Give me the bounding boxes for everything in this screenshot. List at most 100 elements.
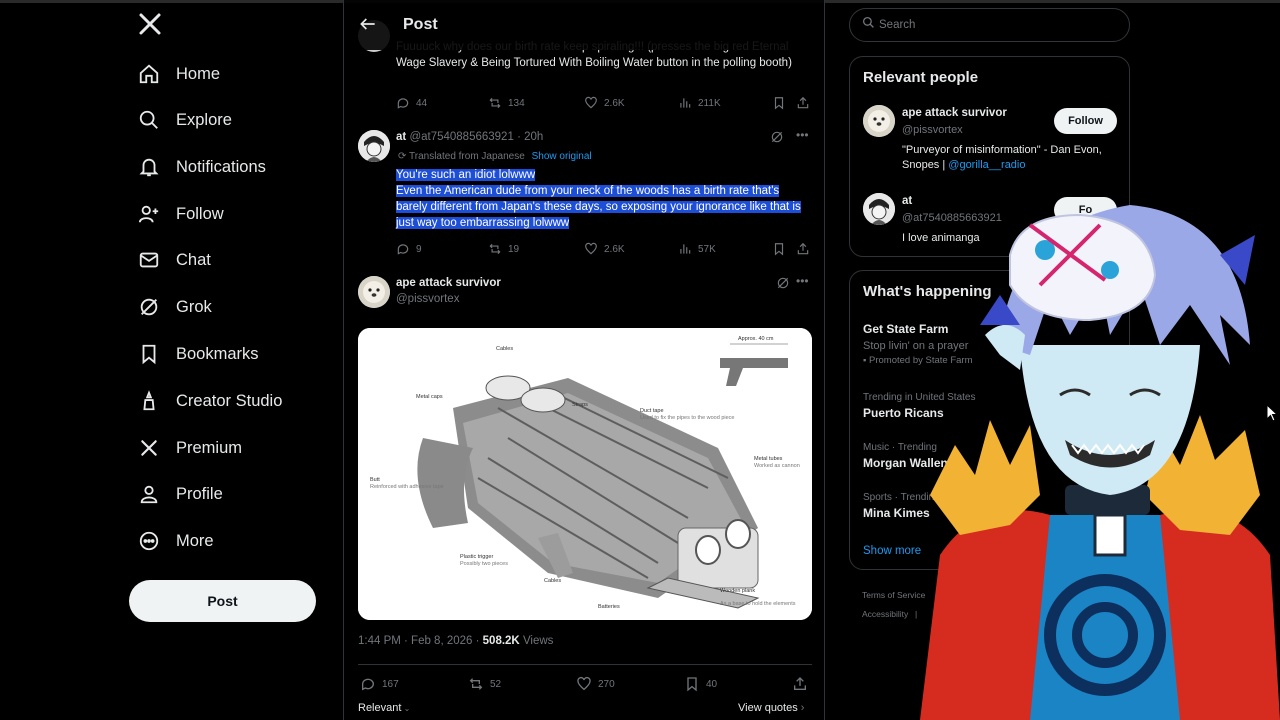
bookmark-button[interactable] [772,96,786,110]
share-button[interactable] [796,96,810,110]
add-person-icon [136,201,162,227]
heart-icon [577,676,591,691]
person-handle[interactable]: @pissvortex [902,124,963,136]
diagram-label: Reinforced with adhesive tape [370,484,444,490]
search-box[interactable] [849,8,1130,42]
tweet-text-line: Even the American dude from your neck of… [396,185,801,229]
bookmark-icon [136,341,162,367]
promoted-icon: ▪ [863,355,867,366]
person-name[interactable]: ape attack survivor [902,107,1007,119]
search-input[interactable] [879,19,1109,31]
reply-tweet[interactable]: at @at7540885663921 · 20h ••• ⟳ Translat… [344,122,824,262]
diagram-label: Batteries [598,604,620,610]
nav-item-follow[interactable]: Follow [136,196,224,232]
follow-button[interactable]: Follow [1054,108,1117,134]
nav-item-notifications[interactable]: Notifications [136,149,266,185]
nav-item-more[interactable]: More [136,523,214,559]
translation-note: ⟳ Translated from Japanese Show original [398,151,592,162]
reply-button[interactable]: 167 [360,676,399,692]
diagram-label: As a base to hold the elements [720,601,796,607]
author-name[interactable]: at [396,131,406,143]
reply-icon [397,244,409,255]
person-icon [136,481,162,507]
nav-item-chat[interactable]: Chat [136,242,211,278]
views-icon [680,244,691,254]
sort-dropdown[interactable]: Relevant ⌄ [358,702,410,714]
nav-item-profile[interactable]: Profile [136,476,223,512]
repost-button[interactable]: 19 [488,242,519,256]
avatar[interactable] [863,105,895,137]
view-quotes-link[interactable]: View quotes › [738,702,804,714]
tweet-timestamp: 1:44 PM · Feb 8, 2026 · 508.2K Views [358,635,554,647]
author-handle[interactable]: @pissvortex [396,293,459,305]
nav-item-premium[interactable]: Premium [136,430,242,466]
diagram-label: Metal tubes [754,456,783,462]
bookmark-icon [774,97,784,110]
search-icon [136,107,162,133]
like-button[interactable]: 270 [576,676,615,692]
bookmark-button[interactable] [772,242,786,256]
post-image[interactable]: Approx. 40 cm Cables Metal caps Straps D… [358,328,812,620]
avatar[interactable] [863,193,895,225]
reply-icon [361,678,374,691]
post-header: Post [344,0,824,50]
share-button[interactable] [792,676,808,692]
nav-item-grok[interactable]: Grok [136,289,212,325]
envelope-icon [136,247,162,273]
grok-icon[interactable] [776,276,790,295]
nav-item-home[interactable]: Home [136,56,220,92]
author-name[interactable]: ape attack survivor [396,277,501,289]
more-options-icon[interactable]: ••• [796,128,809,142]
home-icon [136,61,162,87]
weapon-diagram: Approx. 40 cm Cables Metal caps Straps D… [358,328,812,620]
mouse-cursor-icon [1266,403,1279,427]
tweet-time[interactable]: 20h [524,131,543,143]
diagram-label: Butt [370,477,380,483]
views-button[interactable]: 57K [678,242,716,256]
like-button[interactable]: 2.6K [584,96,625,110]
translate-icon: ⟳ [398,151,407,162]
show-original-link[interactable]: Show original [532,151,592,162]
heart-icon [585,96,597,109]
share-icon [797,96,809,109]
chevron-right-icon: › [797,702,805,714]
diagram-label: Used to fix the pipes to the wood piece [640,415,734,421]
avatar[interactable] [358,276,390,308]
tweet-text: You're such an idiot lolwww Even the Ame… [396,167,811,231]
views-icon [680,98,691,108]
repost-button[interactable]: 52 [468,676,501,692]
diagram-label: Cables [496,346,513,352]
grok-icon [136,294,162,320]
nav-label: Home [176,64,221,83]
nav-item-explore[interactable]: Explore [136,102,232,138]
nav-item-bookmarks[interactable]: Bookmarks [136,336,259,372]
x-logo-icon[interactable] [138,12,164,38]
nav-item-creator-studio[interactable]: Creator Studio [136,383,282,419]
post-button[interactable]: Post [129,580,316,622]
main-tweet: ape attack survivor @pissvortex ••• Appr… [344,268,824,720]
x-logo-icon [136,435,162,461]
author-handle[interactable]: @at7540885663921 [409,131,513,143]
repost-button[interactable]: 134 [488,96,525,110]
views-button[interactable]: 211K [678,96,721,110]
avatar[interactable] [358,130,390,162]
diagram-label: Possibly two pieces [460,561,508,567]
nav-label: More [176,531,214,550]
bio-mention-link[interactable]: @gorilla__radio [948,159,1025,171]
nav-label: Notifications [176,157,266,176]
tweet-actions: 9 19 2.6K 57K [396,242,816,260]
tweet-actions: 44 134 2.6K 211K [396,96,816,114]
share-button[interactable] [796,242,810,256]
reply-button[interactable]: 9 [396,242,422,256]
bookmark-button[interactable]: 40 [684,676,717,692]
person-bio: "Purveyor of misinformation" - Dan Evon,… [902,144,1102,171]
more-options-icon[interactable]: ••• [796,274,809,288]
grok-icon[interactable] [770,130,784,149]
like-button[interactable]: 2.6K [584,242,625,256]
views-count: 508.2K [482,635,520,647]
tweet-text-line: You're such an idiot lolwww [396,169,536,181]
nav-label: Follow [176,204,224,223]
reply-button[interactable]: 44 [396,96,427,110]
back-arrow-icon[interactable] [358,14,378,34]
bell-icon [136,154,162,180]
